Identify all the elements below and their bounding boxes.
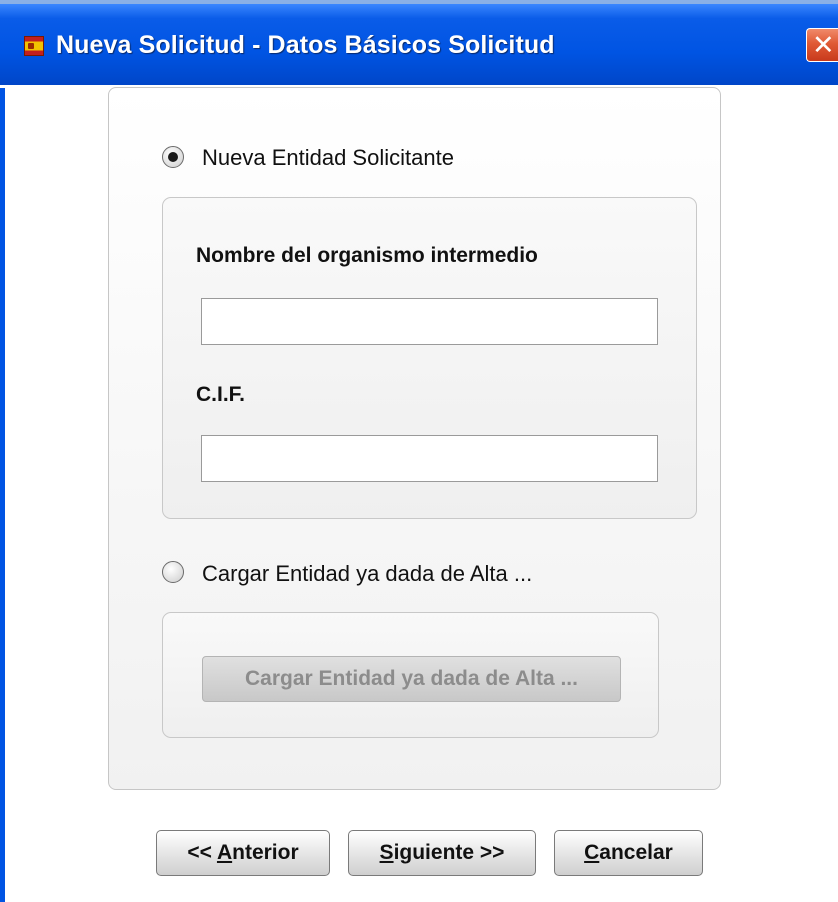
next-button[interactable]: Siguiente >> [348, 830, 536, 876]
window-title: Nueva Solicitud - Datos Básicos Solicitu… [56, 31, 555, 59]
load-entity-button[interactable]: Cargar Entidad ya dada de Alta ... [202, 656, 621, 702]
new-entity-radio[interactable] [162, 146, 184, 168]
cif-label: C.I.F. [196, 383, 246, 406]
previous-button-rest: nterior [232, 841, 299, 864]
org-name-input[interactable] [201, 298, 658, 345]
cancel-button-mnemonic: C [584, 841, 600, 864]
cancel-button[interactable]: Cancelar [554, 830, 703, 876]
new-entity-radio-label[interactable]: Nueva Entidad Solicitante [202, 145, 454, 171]
next-button-rest: iguiente >> [393, 841, 505, 864]
next-button-mnemonic: S [379, 841, 394, 864]
load-entity-radio-label[interactable]: Cargar Entidad ya dada de Alta ... [202, 561, 532, 587]
close-icon: ✕ [812, 30, 835, 61]
previous-button-prefix: << [187, 841, 217, 864]
previous-button-mnemonic: A [216, 841, 233, 864]
cancel-button-rest: ancelar [599, 841, 673, 864]
spain-flag-icon [24, 36, 44, 56]
window-left-border [0, 88, 5, 902]
cif-input[interactable] [201, 435, 658, 482]
org-name-label: Nombre del organismo intermedio [196, 244, 538, 267]
close-button[interactable]: ✕ [806, 28, 838, 62]
radio-selected-dot [168, 152, 178, 162]
title-bar: Nueva Solicitud - Datos Básicos Solicitu… [0, 0, 838, 88]
previous-button[interactable]: << Anterior [156, 830, 330, 876]
load-entity-radio[interactable] [162, 561, 184, 583]
